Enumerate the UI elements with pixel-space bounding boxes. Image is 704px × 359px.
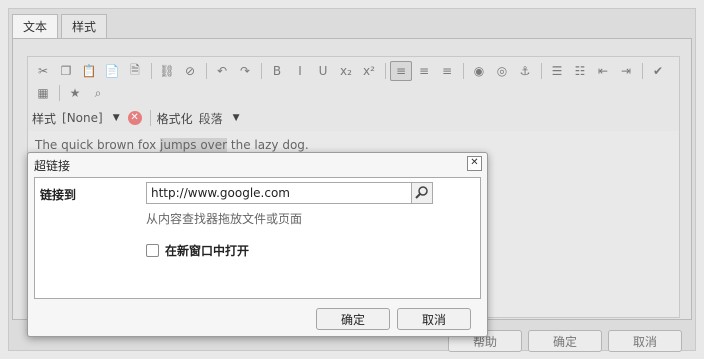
anchor-icon[interactable]: ⚓ bbox=[514, 61, 536, 81]
toolbar-separator bbox=[463, 63, 464, 79]
unlink-icon[interactable]: ⊘ bbox=[179, 61, 201, 81]
paste-text-icon[interactable]: 📄 bbox=[101, 61, 123, 81]
format-label: 格式化 bbox=[156, 111, 193, 126]
undo-icon[interactable]: ↶ bbox=[211, 61, 233, 81]
content-text-after: the lazy dog. bbox=[227, 138, 309, 152]
find-replace-icon[interactable]: ⌕ bbox=[87, 83, 109, 103]
image-icon[interactable]: ◉ bbox=[468, 61, 490, 81]
dialog-title: 超链接 bbox=[34, 159, 71, 173]
toolbar-separator bbox=[642, 63, 643, 79]
format-bar: 样式 [None] ▼ ✕ 格式化 段落 ▼ bbox=[28, 105, 679, 131]
numbered-list-icon[interactable]: ☷ bbox=[569, 61, 591, 81]
link-icon[interactable]: ⛓ bbox=[156, 61, 178, 81]
copy-icon[interactable]: ❐ bbox=[55, 61, 77, 81]
content-selection: jumps over bbox=[160, 138, 228, 152]
superscript-icon[interactable]: x² bbox=[358, 61, 380, 81]
cancel-button[interactable]: 取消 bbox=[608, 330, 682, 352]
table-icon[interactable]: ▦ bbox=[32, 83, 54, 103]
drag-drop-hint: 从内容查找器拖放文件或页面 bbox=[146, 212, 303, 226]
new-window-checkbox[interactable] bbox=[146, 244, 159, 257]
style-select[interactable]: [None] bbox=[62, 111, 103, 125]
new-window-label: 在新窗口中打开 bbox=[165, 244, 250, 258]
content-text-before: The quick brown fox bbox=[35, 138, 161, 152]
paste-icon[interactable]: 📋 bbox=[78, 61, 100, 81]
toolbar-separator bbox=[385, 63, 386, 79]
browse-button[interactable] bbox=[411, 183, 432, 203]
search-icon bbox=[415, 186, 428, 199]
outdent-icon[interactable]: ⇤ bbox=[592, 61, 614, 81]
remove-style-icon[interactable]: ✕ bbox=[127, 111, 142, 125]
toolbar-separator bbox=[59, 85, 60, 101]
toolbar-row-2: ▦ ★ ⌕ bbox=[32, 82, 110, 104]
hyperlink-dialog: 超链接 ✕ 链接到 从内容查找器拖放文件或页面 在新窗口中打开 确定 取消 bbox=[27, 152, 488, 337]
paste-word-icon[interactable]: 🗎 bbox=[124, 61, 146, 81]
format-dropdown-icon[interactable]: ▼ bbox=[233, 113, 240, 123]
toolbar-separator bbox=[261, 63, 262, 79]
style-label: 样式 bbox=[32, 111, 57, 126]
format-select[interactable]: 段落 bbox=[199, 110, 223, 127]
toolbar-separator bbox=[206, 63, 207, 79]
separator bbox=[149, 110, 151, 126]
url-field[interactable] bbox=[146, 182, 433, 204]
style-dropdown-icon[interactable]: ▼ bbox=[113, 113, 120, 123]
redo-icon[interactable]: ↷ bbox=[234, 61, 256, 81]
toolbar-separator bbox=[151, 63, 152, 79]
cut-icon[interactable]: ✂ bbox=[32, 61, 54, 81]
link-to-label: 链接到 bbox=[40, 188, 77, 202]
ok-button[interactable]: 确定 bbox=[528, 330, 602, 352]
dialog-cancel-button[interactable]: 取消 bbox=[397, 308, 471, 330]
tab-strip: 文本 样式 bbox=[12, 14, 110, 40]
toolbar-separator bbox=[541, 63, 542, 79]
dialog-ok-button[interactable]: 确定 bbox=[316, 308, 390, 330]
editor-toolbar: ✂ ❐ 📋 📄 🗎 ⛓ ⊘ ↶ ↷ B I Ux₂ x² ≡ ≡ ≡ ◉ ◎ ⚓ ☰ ☷ ⇤ ⇥ ✔ ▦ ★ ⌕ bbox=[28, 57, 679, 105]
align-left-icon[interactable]: ≡ bbox=[390, 61, 412, 81]
tab-style[interactable]: 样式 bbox=[61, 14, 108, 38]
url-input[interactable] bbox=[147, 183, 419, 203]
bold-icon[interactable]: B bbox=[266, 61, 288, 81]
dialog-body: 链接到 从内容查找器拖放文件或页面 在新窗口中打开 bbox=[34, 177, 481, 299]
spellcheck-icon[interactable]: ✔ bbox=[647, 61, 669, 81]
special-char-icon[interactable]: ★ bbox=[64, 83, 86, 103]
align-right-icon[interactable]: ≡ bbox=[436, 61, 458, 81]
image-map-icon[interactable]: ◎ bbox=[491, 61, 513, 81]
toolbar-row-1: ✂ ❐ 📋 📄 🗎 ⛓ ⊘ ↶ ↷ B I Ux₂ x² ≡ ≡ ≡ ◉ ◎ ⚓ ☰ ☷ ⇤ ⇥ ✔ bbox=[32, 60, 670, 82]
indent-icon[interactable]: ⇥ bbox=[615, 61, 637, 81]
italic-icon[interactable]: I bbox=[289, 61, 311, 81]
tab-text[interactable]: 文本 bbox=[12, 14, 59, 40]
close-icon[interactable]: ✕ bbox=[467, 156, 482, 171]
content-paragraph[interactable]: The quick brown fox jumps over the lazy … bbox=[35, 138, 309, 152]
bullet-list-icon[interactable]: ☰ bbox=[546, 61, 568, 81]
align-center-icon[interactable]: ≡ bbox=[413, 61, 435, 81]
subscript-icon[interactable]: x₂ bbox=[335, 61, 357, 81]
underline-icon[interactable]: U bbox=[312, 61, 334, 81]
new-window-option[interactable]: 在新窗口中打开 bbox=[146, 242, 249, 259]
